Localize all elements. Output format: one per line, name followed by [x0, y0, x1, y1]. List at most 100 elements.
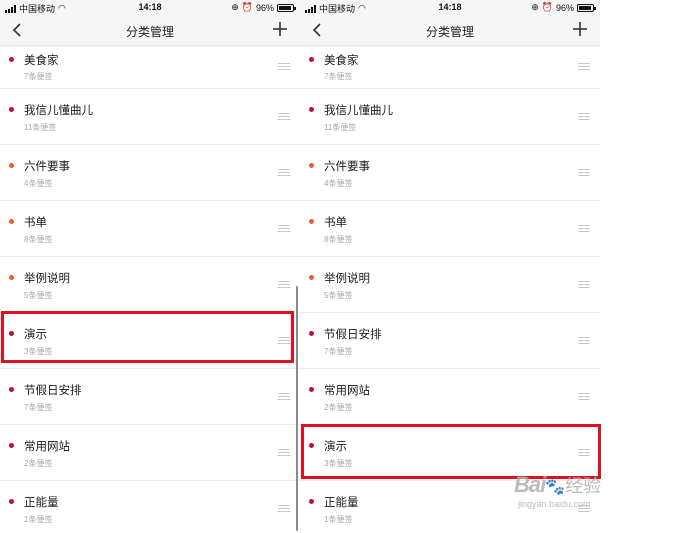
category-dot-icon — [9, 163, 14, 168]
category-name: 我信儿懂曲儿 — [324, 105, 393, 117]
category-count: 7条便签 — [24, 403, 53, 412]
highlight-box-after — [301, 424, 601, 479]
drag-handle-icon[interactable] — [278, 169, 290, 177]
category-name: 正能量 — [324, 497, 359, 509]
category-name: 正能量 — [24, 497, 59, 509]
category-row[interactable]: 书单 8条便签 — [300, 201, 600, 257]
category-dot-icon — [309, 57, 314, 62]
category-row[interactable]: 美食家 7条便签 — [300, 47, 600, 89]
category-name: 美食家 — [324, 55, 359, 67]
category-name: 六件要事 — [24, 161, 70, 173]
status-right: ⊕ ⏰ 96% — [531, 2, 596, 13]
category-count: 5条便签 — [24, 291, 53, 300]
category-row[interactable]: 书单 8条便签 — [0, 201, 300, 257]
category-name: 节假日安排 — [24, 385, 82, 397]
category-count: 7条便签 — [324, 347, 353, 356]
drag-handle-icon[interactable] — [578, 113, 590, 121]
category-name: 常用网站 — [324, 385, 370, 397]
category-name: 举例说明 — [324, 273, 370, 285]
battery-percent: 96% — [255, 2, 274, 13]
drag-handle-icon[interactable] — [278, 63, 290, 71]
category-dot-icon — [309, 163, 314, 168]
category-row[interactable]: 节假日安排 7条便签 — [0, 369, 300, 425]
category-dot-icon — [309, 499, 314, 504]
category-dot-icon — [9, 387, 14, 392]
category-name: 举例说明 — [24, 273, 70, 285]
category-dot-icon — [9, 219, 14, 224]
category-name: 美食家 — [24, 55, 59, 67]
status-bar: 中国移动 ◠ 14:18 ⊕ ⏰ 96% — [300, 0, 600, 16]
paw-icon: 🐾 — [545, 479, 566, 496]
add-plus-icon[interactable] — [572, 21, 588, 37]
category-count: 5条便签 — [324, 291, 353, 300]
drag-handle-icon[interactable] — [278, 393, 290, 401]
baidu-jingyan-watermark: Bai🐾经验 jingyan.baidu.com — [514, 472, 602, 509]
category-count: 1条便签 — [324, 515, 353, 524]
category-count: 4条便签 — [24, 179, 53, 188]
watermark-suffix: 经验 — [565, 476, 602, 496]
page-title: 分类管理 — [125, 25, 174, 39]
battery-icon — [277, 3, 296, 12]
drag-handle-icon[interactable] — [578, 63, 590, 71]
drag-handle-icon[interactable] — [578, 393, 590, 401]
category-row[interactable]: 常用网站 2条便签 — [300, 369, 600, 425]
drag-handle-icon[interactable] — [278, 281, 290, 289]
category-count: 8条便签 — [24, 235, 53, 244]
category-count: 8条便签 — [324, 235, 353, 244]
category-dot-icon — [9, 499, 14, 504]
category-row[interactable]: 节假日安排 7条便签 — [300, 313, 600, 369]
category-count: 4条便签 — [324, 179, 353, 188]
left-phone-screen: 中国移动 ◠ 14:18 ⊕ ⏰ 96% 分类管理 美食家 7条便签 我信儿懂曲儿 1… — [0, 0, 300, 533]
drag-handle-icon[interactable] — [278, 449, 290, 457]
category-count: 2条便签 — [324, 403, 353, 412]
drag-handle-icon[interactable] — [578, 337, 590, 345]
category-row[interactable]: 美食家 7条便签 — [0, 47, 300, 89]
category-row[interactable]: 我信儿懂曲儿 11条便签 — [0, 89, 300, 145]
category-dot-icon — [309, 275, 314, 280]
category-row[interactable]: 正能量 1条便签 — [0, 481, 300, 533]
category-row[interactable]: 举例说明 5条便签 — [300, 257, 600, 313]
drag-handle-icon[interactable] — [278, 505, 290, 513]
drag-handle-icon[interactable] — [578, 281, 590, 289]
category-dot-icon — [309, 219, 314, 224]
category-row[interactable]: 六件要事 4条便签 — [0, 145, 300, 201]
status-right: ⊕ ⏰ 96% — [231, 2, 296, 13]
category-count: 1条便签 — [24, 515, 53, 524]
drag-handle-icon[interactable] — [278, 113, 290, 121]
category-name: 书单 — [324, 217, 347, 229]
drag-handle-icon[interactable] — [578, 169, 590, 177]
drag-handle-icon[interactable] — [578, 225, 590, 233]
status-bar: 中国移动 ◠ 14:18 ⊕ ⏰ 96% — [0, 0, 300, 16]
category-row[interactable]: 我信儿懂曲儿 11条便签 — [300, 89, 600, 145]
category-dot-icon — [9, 57, 14, 62]
alarm-icon: ⏰ — [541, 2, 553, 12]
battery-percent: 96% — [555, 2, 574, 13]
category-row[interactable]: 六件要事 4条便签 — [300, 145, 600, 201]
category-count: 7条便签 — [24, 72, 53, 81]
watermark-brand: Bai — [514, 472, 546, 497]
category-row[interactable]: 举例说明 5条便签 — [0, 257, 300, 313]
battery-icon — [577, 3, 596, 12]
category-name: 常用网站 — [24, 441, 70, 453]
drag-handle-icon[interactable] — [278, 225, 290, 233]
category-count: 2条便签 — [24, 459, 53, 468]
category-name: 六件要事 — [324, 161, 370, 173]
category-dot-icon — [9, 107, 14, 112]
category-dot-icon — [9, 443, 14, 448]
watermark-url: jingyan.baidu.com — [518, 499, 591, 509]
nav-bar: 分类管理 — [0, 16, 300, 46]
rotation-lock-icon: ⊕ — [231, 2, 239, 12]
category-name: 书单 — [24, 217, 47, 229]
category-dot-icon — [309, 387, 314, 392]
category-list: 美食家 7条便签 我信儿懂曲儿 11条便签 六件要事 4条便签 书单 8条便签 举例说明 5条便签… — [0, 47, 300, 533]
category-row[interactable]: 常用网站 2条便签 — [0, 425, 300, 481]
scrollbar[interactable] — [296, 286, 298, 531]
highlight-box-before — [1, 311, 294, 363]
category-count: 11条便签 — [324, 123, 357, 132]
category-name: 节假日安排 — [324, 329, 382, 341]
alarm-icon: ⏰ — [241, 2, 253, 12]
add-plus-icon[interactable] — [272, 21, 288, 37]
category-dot-icon — [309, 107, 314, 112]
category-dot-icon — [309, 331, 314, 336]
page-title: 分类管理 — [425, 25, 474, 39]
